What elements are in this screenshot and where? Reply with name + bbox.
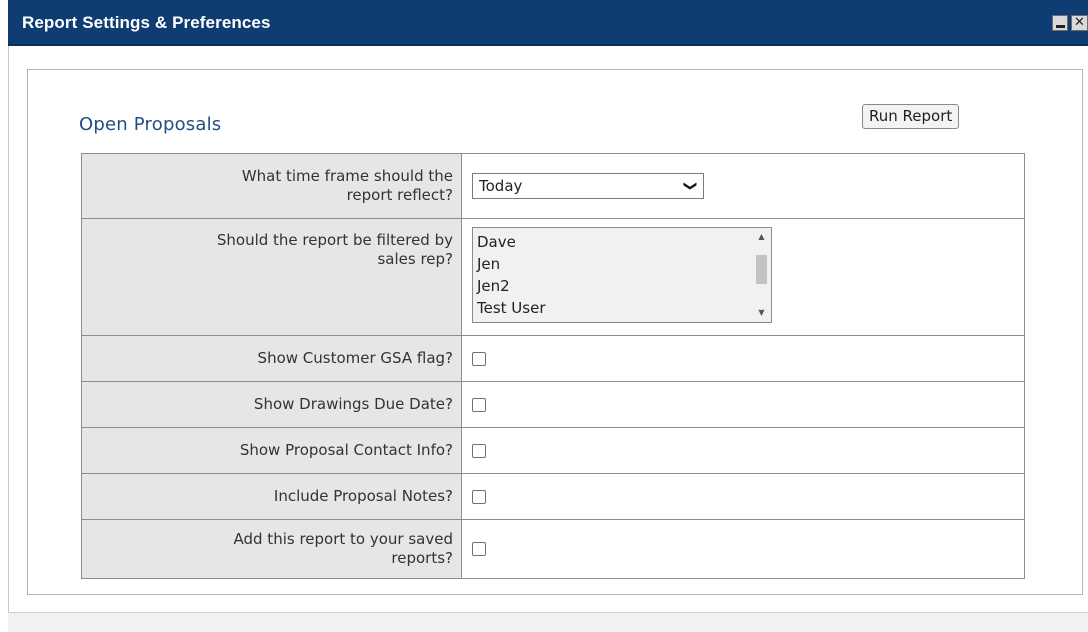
sales-rep-option[interactable]: Test User [477,297,546,319]
time-frame-selected: Today [479,177,523,195]
setting-row-time-frame: What time frame should the report reflec… [81,153,1025,219]
scroll-down-arrow-icon[interactable]: ▼ [753,305,770,321]
setting-row-gsa-flag: Show Customer GSA flag? [81,335,1025,382]
sales-rep-label: Should the report be filtered by sales r… [81,218,462,336]
proposal-notes-label: Include Proposal Notes? [81,473,462,520]
sales-rep-option[interactable]: Dave [477,231,546,253]
window-title: Report Settings & Preferences [22,13,271,32]
contact-info-label: Show Proposal Contact Info? [81,427,462,474]
close-icon[interactable]: ✕ [1071,15,1088,31]
proposal-notes-checkbox[interactable] [472,489,486,504]
drawings-due-checkbox[interactable] [472,397,486,412]
scrollbar-thumb[interactable] [756,255,767,284]
scroll-up-arrow-icon[interactable]: ▲ [753,229,770,245]
listbox-scrollbar[interactable]: ▲ ▼ [753,229,770,321]
gsa-flag-label: Show Customer GSA flag? [81,335,462,382]
time-frame-select[interactable]: Today ❯ [472,173,704,199]
window-left-border [8,46,9,612]
report-panel: Open Proposals Run Report What time fram… [27,69,1083,595]
minimize-icon[interactable] [1052,15,1068,31]
sales-rep-option[interactable]: Jen [477,253,546,275]
setting-row-sales-rep: Should the report be filtered by sales r… [81,218,1025,336]
setting-row-proposal-notes: Include Proposal Notes? [81,473,1025,520]
sales-rep-listbox[interactable]: Dave Jen Jen2 Test User ▲ ▼ [472,227,772,323]
chevron-down-icon: ❯ [682,180,698,192]
gsa-flag-checkbox[interactable] [472,351,486,366]
run-report-button[interactable]: Run Report [862,104,960,129]
sales-rep-option[interactable]: Jen2 [477,275,546,297]
setting-row-save-report: Add this report to your saved reports? [81,519,1025,579]
save-report-label: Add this report to your saved reports? [81,519,462,579]
setting-row-drawings-due: Show Drawings Due Date? [81,381,1025,428]
report-settings-window: Report Settings & Preferences ✕ Open Pro… [8,0,1088,632]
drawings-due-label: Show Drawings Due Date? [81,381,462,428]
contact-info-checkbox[interactable] [472,443,486,458]
window-bottom-bar [8,612,1088,632]
save-report-checkbox[interactable] [472,542,486,556]
time-frame-label: What time frame should the report reflec… [81,153,462,219]
settings-table: What time frame should the report reflec… [81,153,1025,579]
window-titlebar: Report Settings & Preferences ✕ [8,0,1088,46]
setting-row-contact-info: Show Proposal Contact Info? [81,427,1025,474]
report-title: Open Proposals [79,114,222,135]
